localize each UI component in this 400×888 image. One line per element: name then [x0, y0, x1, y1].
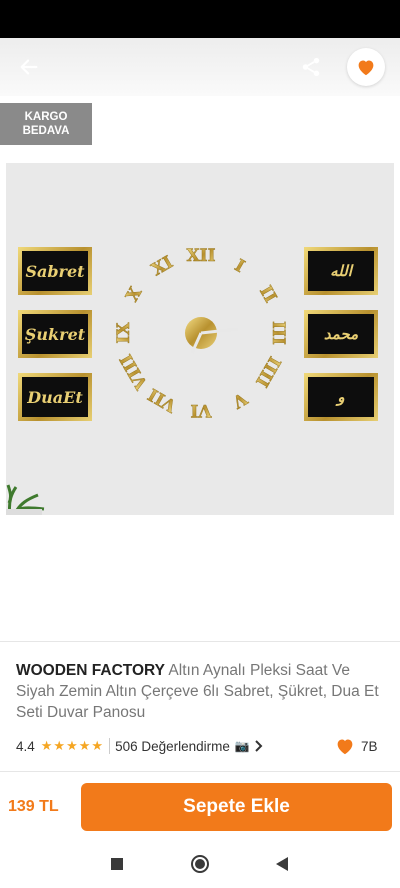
clock-numeral: IIII — [251, 353, 284, 391]
plaque-allah: الله — [304, 247, 378, 295]
rating-stars: ★★★★★ — [40, 738, 105, 753]
favorite-count: 7B — [335, 737, 378, 755]
camera-icon: 📷 — [234, 739, 250, 753]
share-icon — [302, 57, 320, 77]
recents-square-icon[interactable] — [111, 858, 123, 870]
plaque-sabret: Sabret — [18, 247, 92, 295]
plaque-sukret: Şukret — [18, 310, 92, 358]
divider — [0, 771, 400, 772]
divider — [0, 641, 400, 642]
plaque-sabret-text: Sabret — [22, 251, 88, 291]
clock-numeral: II — [255, 283, 280, 307]
rating-value: 4.4 — [16, 738, 35, 754]
badge-line-1: KARGO — [24, 111, 68, 123]
plant-decoration — [6, 484, 45, 515]
wall-clock: XII IIIIIIIIIIVVIVIIVIIIIXXXI — [114, 246, 289, 421]
clock-numeral: XI — [148, 252, 176, 280]
status-bar — [0, 0, 400, 38]
clock-numeral: VIII — [116, 350, 152, 393]
header-bar — [0, 38, 400, 96]
price: 139 TL — [8, 798, 59, 815]
back-triangle-icon[interactable] — [276, 857, 288, 871]
heart-icon — [337, 739, 353, 755]
clock-numeral: I — [231, 256, 248, 277]
favorite-count-value: 7B — [361, 738, 378, 754]
arrow-left-icon — [20, 59, 38, 75]
heart-icon — [358, 60, 374, 76]
clock-numeral: IX — [114, 322, 134, 344]
rating-separator — [109, 738, 111, 754]
add-to-cart-button[interactable]: Sepete Ekle — [81, 783, 392, 831]
plaque-muhammad: محمد — [304, 310, 378, 358]
clock-numeral: X — [122, 283, 146, 305]
favorite-button[interactable] — [347, 48, 385, 86]
plaque-muhammad-text: محمد — [308, 314, 374, 354]
plaque-sukret-text: Şukret — [22, 314, 88, 354]
plaque-duaet-text: DuaEt — [22, 377, 88, 417]
product-image[interactable]: Sabret Şukret DuaEt الله محمد و XII I II II… — [6, 163, 394, 515]
badge-line-2: BEDAVA — [22, 125, 70, 137]
back-button[interactable] — [14, 52, 44, 82]
review-count: 506 Değerlendirme — [115, 738, 230, 754]
clock-numeral: V — [228, 387, 251, 412]
home-circle-icon[interactable] — [191, 855, 209, 873]
rating-row[interactable]: 4.4 ★★★★★ 506 Değerlendirme 📷 — [16, 736, 386, 756]
chevron-right-icon — [255, 740, 263, 752]
clock-numeral: VII — [145, 384, 181, 416]
clock-numeral: VI — [190, 400, 212, 420]
plaque-vav-text: و — [308, 377, 374, 417]
share-button[interactable] — [297, 52, 325, 82]
plaque-vav: و — [304, 373, 378, 421]
product-title: WOODEN FACTORY Altın Aynalı Pleksi Saat … — [16, 660, 391, 723]
clock-numeral: XII — [186, 246, 215, 266]
free-shipping-badge: KARGO BEDAVA — [0, 103, 92, 145]
plaque-duaet: DuaEt — [18, 373, 92, 421]
brand-name[interactable]: WOODEN FACTORY — [16, 662, 165, 679]
clock-numeral: III — [268, 321, 288, 345]
plaque-allah-text: الله — [308, 251, 374, 291]
